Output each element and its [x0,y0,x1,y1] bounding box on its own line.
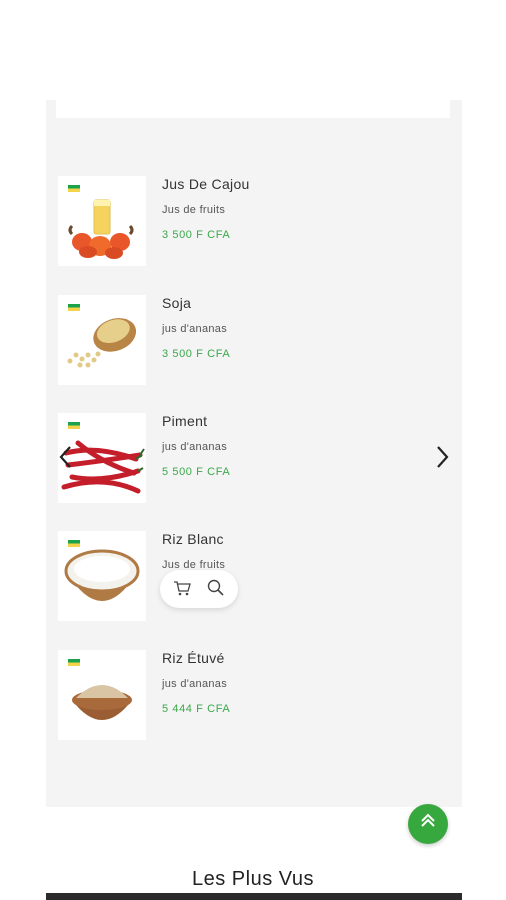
flag-icon [68,422,80,429]
product-price: 5 444 F CFA [162,703,231,715]
product-category: jus d'ananas [162,323,228,335]
scroll-to-top-button[interactable] [408,804,448,844]
bottom-bar [46,893,462,900]
product-card[interactable]: Soja jus d'ananas 3 500 F CFA [58,295,438,387]
product-category: jus d'ananas [162,678,228,690]
section-title: Les Plus Vus [192,868,314,890]
product-name[interactable]: Riz Étuvé [162,650,225,666]
product-price: 3 500 F CFA [162,229,231,241]
flag-icon [68,659,80,666]
product-name[interactable]: Soja [162,295,191,311]
product-name[interactable]: Riz Blanc [162,531,224,547]
flag-icon [68,304,80,311]
product-card[interactable]: Piment jus d'ananas 5 500 F CFA [58,413,438,505]
product-name[interactable]: Jus De Cajou [162,176,250,192]
product-category: Jus de fruits [162,204,226,216]
flag-icon [68,185,80,192]
quick-actions-pill [160,570,238,608]
product-carousel: Jus De Cajou Jus de fruits 3 500 F CFA S… [46,100,462,807]
product-price: 3 500 F CFA [162,348,231,360]
cart-icon[interactable] [172,578,192,598]
product-category: jus d'ananas [162,441,228,453]
product-card[interactable]: Riz Blanc Jus de fruits [58,531,438,623]
search-icon[interactable] [206,578,226,598]
product-card[interactable]: Riz Étuvé jus d'ananas 5 444 F CFA [58,650,438,742]
chevron-left-icon[interactable] [56,444,76,470]
double-chevron-up-icon [421,813,435,827]
product-card[interactable]: Jus De Cajou Jus de fruits 3 500 F CFA [58,176,438,268]
flag-icon [68,540,80,547]
panel-top-strip [56,100,450,118]
product-name[interactable]: Piment [162,413,207,429]
product-image-soy-beans[interactable] [58,295,146,385]
product-price: 5 500 F CFA [162,466,231,478]
product-image-cashew-juice[interactable] [58,176,146,266]
chevron-right-icon[interactable] [432,444,452,470]
product-image-white-rice[interactable] [58,531,146,621]
product-image-parboiled-rice[interactable] [58,650,146,740]
